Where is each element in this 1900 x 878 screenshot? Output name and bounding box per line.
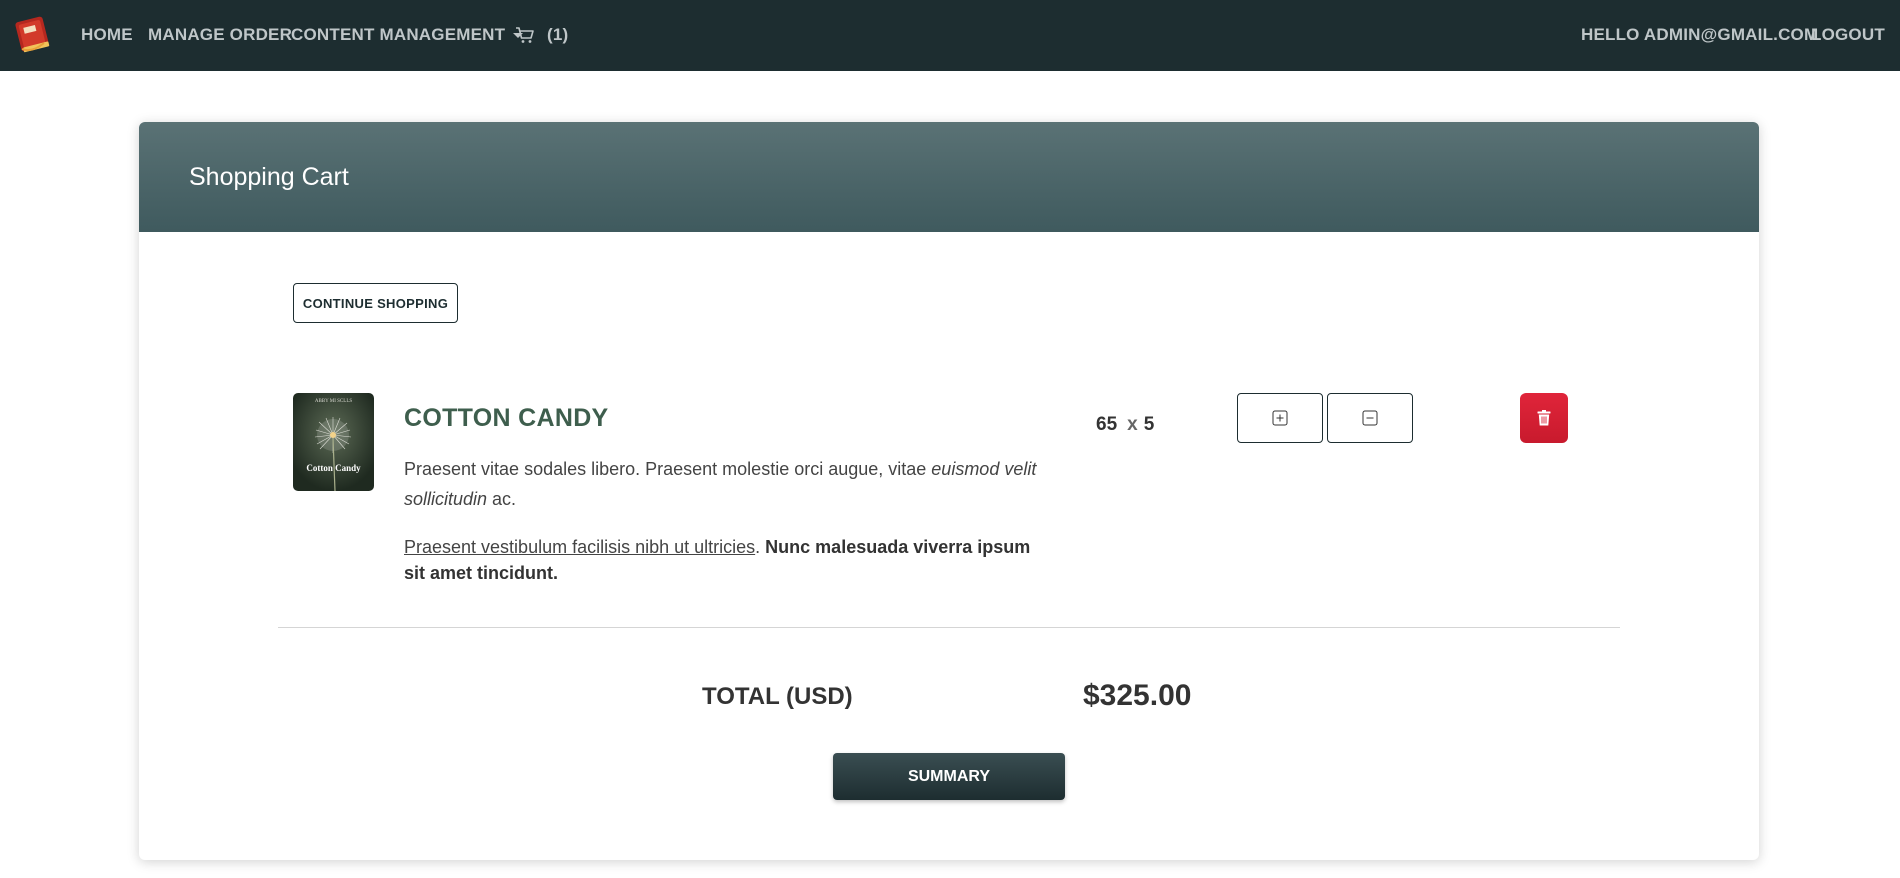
page-title: Shopping Cart xyxy=(189,163,349,191)
minus-square-icon xyxy=(1362,410,1378,426)
trash-icon xyxy=(1537,410,1551,426)
unit-price: 65 xyxy=(1096,414,1118,435)
quantity-value: 5 xyxy=(1143,414,1155,435)
product-name[interactable]: COTTON CANDY xyxy=(404,404,609,433)
thumbnail-caption: Cotton Candy xyxy=(306,463,361,473)
plus-square-icon xyxy=(1272,410,1288,426)
continue-shopping-button[interactable]: CONTINUE SHOPPING xyxy=(293,283,458,323)
nav-manage-order-link[interactable]: MANAGE ORDER xyxy=(148,25,292,45)
card-header: Shopping Cart xyxy=(139,122,1759,232)
user-greeting[interactable]: HELLO ADMIN@GMAIL.COM xyxy=(1581,25,1818,45)
times-sign: x xyxy=(1127,414,1138,435)
nav-content-management-label: CONTENT MANAGEMENT xyxy=(291,25,506,44)
book-logo-icon[interactable] xyxy=(12,13,54,55)
price-quantity: 65 x 5 xyxy=(1096,414,1154,436)
remove-item-button[interactable] xyxy=(1520,393,1568,443)
cart-count: (1) xyxy=(547,25,569,44)
total-value: $325.00 xyxy=(1083,679,1192,712)
product-thumbnail[interactable]: ABBY MI SCLLS Cotton Candy xyxy=(293,393,374,491)
total-label: TOTAL (USD) xyxy=(702,683,853,710)
summary-button[interactable]: SUMMARY xyxy=(833,753,1065,800)
decrease-quantity-button[interactable] xyxy=(1327,393,1413,443)
increase-quantity-button[interactable] xyxy=(1237,393,1323,443)
shopping-cart-card: Shopping Cart CONTINUE SHOPPING ABBY MI … xyxy=(139,122,1759,860)
nav-content-management-dropdown[interactable]: CONTENT MANAGEMENT xyxy=(291,25,524,45)
top-navbar: HOME MANAGE ORDER CONTENT MANAGEMENT (1)… xyxy=(0,0,1900,71)
divider xyxy=(278,627,1620,628)
nav-home-link[interactable]: HOME xyxy=(81,25,133,45)
logout-link[interactable]: LOGOUT xyxy=(1811,25,1885,45)
cart-icon xyxy=(516,27,534,43)
product-description-secondary: Praesent vestibulum facilisis nibh ut ul… xyxy=(404,537,1031,583)
product-description: Praesent vitae sodales libero. Praesent … xyxy=(404,459,1037,509)
thumbnail-author: ABBY MI SCLLS xyxy=(315,399,353,404)
nav-cart-link[interactable]: (1) xyxy=(515,25,568,45)
